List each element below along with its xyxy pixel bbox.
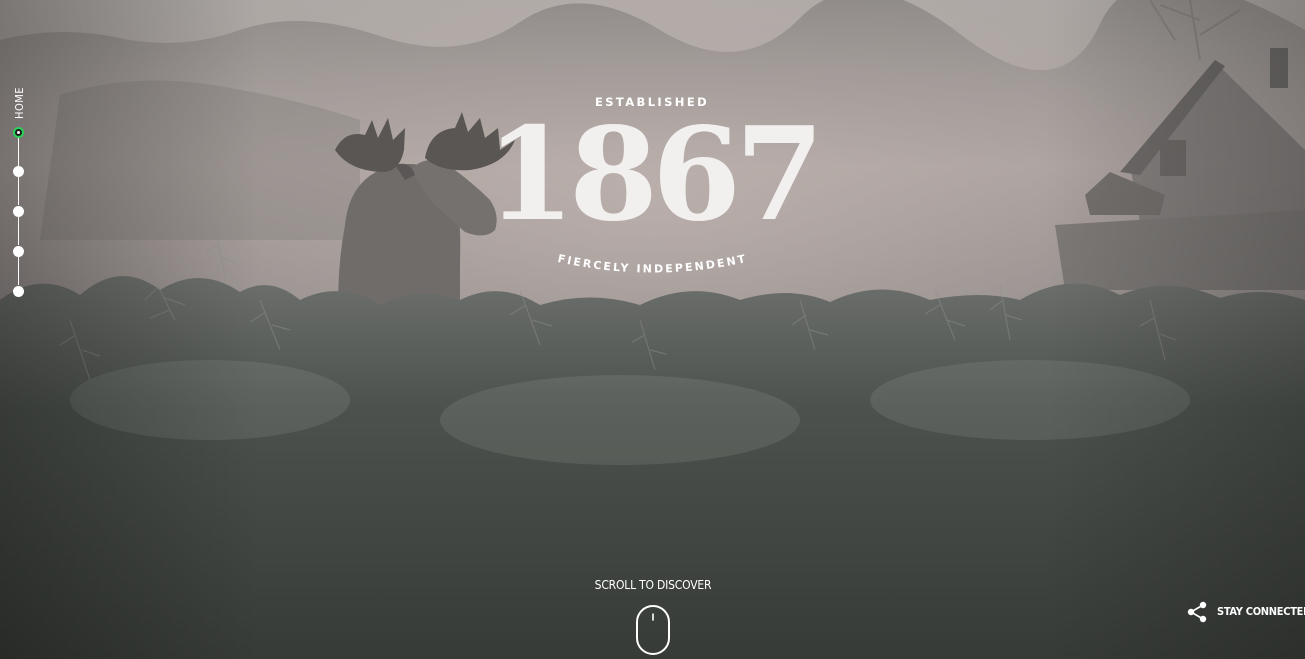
nav-connector-line [18, 138, 19, 166]
svg-text:FIERCELY INDEPENDENT: FIERCELY INDEPENDENT [556, 252, 748, 276]
nav-connector-line [18, 177, 19, 205]
nav-dot-section-3[interactable] [13, 206, 24, 217]
side-nav-home-label[interactable]: HOME [13, 86, 27, 120]
scroll-label: SCROLL TO DISCOVER [594, 578, 712, 592]
nav-dot-section-5[interactable] [13, 286, 24, 297]
hero-page: HOME ESTABLISHED 1867 FIERCELY INDEPENDE… [0, 0, 1305, 659]
nav-dot-home[interactable] [13, 127, 24, 138]
stay-connected-label: STAY CONNECTED [1217, 605, 1305, 618]
mouse-scroll-icon[interactable] [636, 605, 670, 655]
stay-connected-button[interactable]: STAY CONNECTED [1186, 601, 1305, 623]
hero-tagline: FIERCELY INDEPENDENT [556, 252, 748, 276]
scroll-to-discover[interactable]: SCROLL TO DISCOVER [578, 578, 728, 655]
share-icon [1187, 601, 1207, 623]
side-section-nav: HOME [0, 0, 40, 320]
hero-year: 1867 [485, 100, 824, 250]
nav-dot-section-4[interactable] [13, 246, 24, 257]
nav-connector-line [18, 217, 19, 245]
nav-dot-section-2[interactable] [13, 166, 24, 177]
nav-connector-line [18, 257, 19, 285]
